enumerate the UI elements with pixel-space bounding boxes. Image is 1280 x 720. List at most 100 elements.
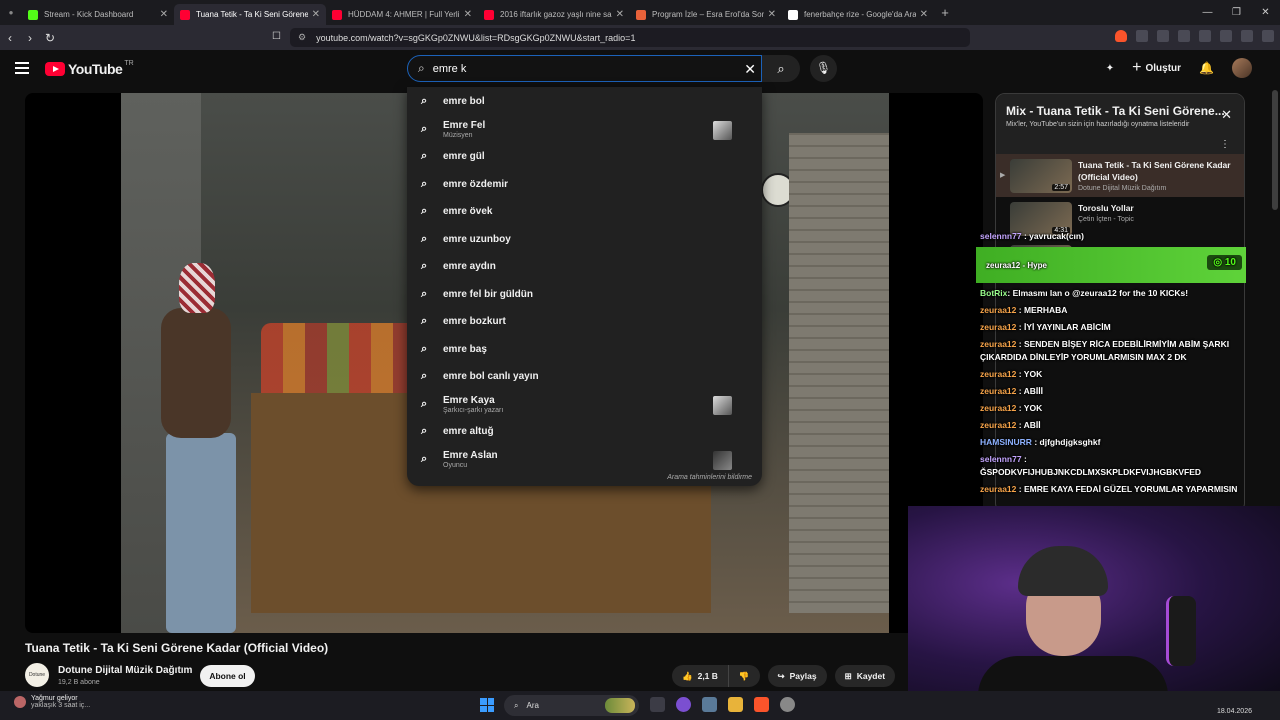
chat-username: zeuraa12	[980, 305, 1017, 315]
brave-browser-icon[interactable]	[754, 697, 769, 712]
start-button[interactable]	[480, 698, 494, 712]
close-tab-icon[interactable]: ✕	[616, 9, 624, 20]
close-window-icon[interactable]: ✕	[1251, 0, 1280, 25]
search-suggestion[interactable]: ⌕ Emre Fel Müzisyen	[407, 116, 762, 144]
brave-shield-icon[interactable]	[1115, 30, 1127, 42]
extension-icon[interactable]	[1136, 30, 1148, 42]
chat-text: Elmasmı lan o @zeuraa12 for the 10 KICKs…	[1012, 288, 1189, 298]
task-view-icon[interactable]	[650, 697, 665, 712]
browser-tab[interactable]: Stream - Kick Dashboard ✕	[22, 4, 174, 25]
channel-avatar[interactable]: Dotune	[25, 663, 49, 687]
like-button[interactable]: 👍 2,1 B	[672, 665, 729, 687]
extension-icon[interactable]	[1157, 30, 1169, 42]
chat-separator: :	[1016, 403, 1024, 413]
search-suggestion[interactable]: ⌕ emre aydın	[407, 253, 762, 281]
menu-icon[interactable]	[1262, 30, 1274, 42]
save-button[interactable]: ⊞ Kaydet	[834, 665, 896, 687]
back-icon[interactable]: ‹	[0, 31, 20, 45]
settings-icon[interactable]	[702, 697, 717, 712]
search-suggestion[interactable]: ⌕ emre baş	[407, 336, 762, 364]
file-explorer-icon[interactable]	[728, 697, 743, 712]
more-options-icon[interactable]: ⋮	[1220, 139, 1230, 150]
search-suggestion[interactable]: ⌕ emre övek	[407, 198, 762, 226]
channel-info: Dotune Dotune Dijital Müzik Dağıtım 19,2…	[25, 663, 192, 687]
tab-list: Stream - Kick Dashboard ✕ Tuana Tetik - Ta…	[22, 0, 934, 25]
tab-title: 2016 iftarlık gazoz yaşlı nine sahnesi	[500, 10, 612, 19]
url-field[interactable]: ⚙ youtube.com/watch?v=sgGKGp0ZNWU&list=R…	[290, 28, 970, 47]
tab-menu-icon[interactable]: ●	[0, 0, 22, 25]
minimize-icon[interactable]: —	[1193, 0, 1222, 25]
close-tab-icon[interactable]: ✕	[464, 9, 472, 20]
report-predictions-link[interactable]: Arama tahminlerini bildirme	[667, 474, 752, 481]
site-settings-icon[interactable]: ⚙	[298, 32, 306, 43]
guide-menu-icon[interactable]	[15, 62, 29, 77]
reload-icon[interactable]: ↻	[40, 31, 60, 45]
search-suggestion[interactable]: ⌕ emre fel bir güldün	[407, 281, 762, 309]
clear-search-icon[interactable]: ✕	[744, 61, 756, 78]
close-tab-icon[interactable]: ✕	[920, 9, 928, 20]
chat-username: zeuraa12	[980, 386, 1017, 396]
search-input[interactable]	[432, 62, 713, 75]
url-text: youtube.com/watch?v=sgGKGp0ZNWU&list=RDs…	[316, 32, 636, 43]
forward-icon[interactable]: ›	[20, 31, 40, 45]
search-suggestion[interactable]: ⌕ emre uzunboy	[407, 226, 762, 254]
playlist-thumbnail: 2:57	[1010, 159, 1072, 193]
maximize-icon[interactable]: ❐	[1222, 0, 1251, 25]
new-tab-button[interactable]: +	[934, 5, 956, 20]
close-playlist-icon[interactable]: ✕	[1221, 107, 1232, 123]
search-suggestion[interactable]: ⌕ emre özdemir	[407, 171, 762, 199]
tab-title: Program İzle – Esra Erol'da Son Bölü	[652, 10, 764, 19]
app-icon[interactable]	[676, 697, 691, 712]
vpn-icon[interactable]	[1241, 30, 1253, 42]
search-suggestions-dropdown: ⌕ emre bol ⌕ Emre Fel Müzisyen ⌕ emre gül ⌕ emre…	[407, 87, 762, 486]
sidebar-icon[interactable]	[1199, 30, 1211, 42]
search-suggestion[interactable]: ⌕ Emre Kaya Şarkıcı-şarkı yazarı	[407, 391, 762, 419]
wallet-icon[interactable]	[1220, 30, 1232, 42]
bookmark-icon[interactable]: ☐	[272, 31, 281, 42]
search-box[interactable]: ⌕ ✕	[407, 55, 762, 82]
playlist-title[interactable]: Mix - Tuana Tetik - Ta Ki Seni Görene...	[1006, 104, 1234, 118]
streamer-image	[978, 546, 1168, 700]
subscribe-button[interactable]: Abone ol	[200, 665, 255, 687]
close-tab-icon[interactable]: ✕	[768, 9, 776, 20]
chat-separator: :	[1016, 305, 1024, 315]
search-icon: ⌕	[421, 205, 428, 218]
close-tab-icon[interactable]: ✕	[312, 9, 320, 20]
playlist-header: Mix - Tuana Tetik - Ta Ki Seni Görene...…	[996, 94, 1244, 154]
sparkle-icon[interactable]: ✦	[1106, 63, 1114, 74]
search-icon: ⌕	[421, 425, 428, 438]
share-label: Paylaş	[789, 671, 817, 681]
extension-icon[interactable]	[1178, 30, 1190, 42]
search-button[interactable]: ⌕	[762, 55, 800, 82]
browser-tab[interactable]: Program İzle – Esra Erol'da Son Bölü ✕	[630, 4, 782, 25]
browser-tab[interactable]: Tuana Tetik - Ta Ki Seni Görene K ✕	[174, 4, 326, 25]
share-button[interactable]: ↪ Paylaş	[767, 665, 827, 687]
search-suggestion[interactable]: ⌕ emre altuğ	[407, 418, 762, 446]
search-suggestion[interactable]: ⌕ Emre Aslan Oyuncu	[407, 446, 762, 474]
suggestion-text: emre altuğ	[443, 426, 494, 438]
extension-icons	[1115, 30, 1274, 42]
account-avatar[interactable]	[1232, 58, 1252, 78]
close-tab-icon[interactable]: ✕	[160, 9, 168, 20]
youtube-logo[interactable]: YouTube TR	[45, 60, 134, 77]
playlist-item[interactable]: ▶ 2:57 Tuana Tetik - Ta Ki Seni Görene Kad…	[996, 154, 1244, 197]
notifications-bell-icon[interactable]: 🔔	[1199, 61, 1214, 75]
browser-tab[interactable]: fenerbahçe rize - Google'da Ara ✕	[782, 4, 934, 25]
dislike-button[interactable]: 👎	[728, 665, 760, 687]
voice-search-icon[interactable]: 🎙	[810, 55, 837, 82]
page-scrollbar[interactable]	[1272, 90, 1278, 210]
search-suggestion[interactable]: ⌕ emre gül	[407, 143, 762, 171]
search-suggestion[interactable]: ⌕ emre bozkurt	[407, 308, 762, 336]
taskbar-apps	[650, 697, 795, 712]
search-suggestion[interactable]: ⌕ emre bol	[407, 88, 762, 116]
channel-name[interactable]: Dotune Dijital Müzik Dağıtım	[58, 665, 192, 676]
chat-message: selennn77 : yavrucak(cın)	[976, 228, 1246, 245]
search-suggestion[interactable]: ⌕ emre bol canlı yayın	[407, 363, 762, 391]
thumbs-down-icon: 👎	[738, 670, 750, 681]
weather-widget[interactable]: Yağmur geliyor yaklaşık 3 saat iç...	[14, 695, 90, 709]
taskbar-search[interactable]: ⌕ Ara	[504, 695, 639, 716]
create-button[interactable]: + Oluştur	[1132, 59, 1181, 77]
browser-tab[interactable]: 2016 iftarlık gazoz yaşlı nine sahnesi ✕	[478, 4, 630, 25]
browser-tab[interactable]: HÜDDAM 4: AHMER | Full Yerli Korku ✕	[326, 4, 478, 25]
obs-icon[interactable]	[780, 697, 795, 712]
